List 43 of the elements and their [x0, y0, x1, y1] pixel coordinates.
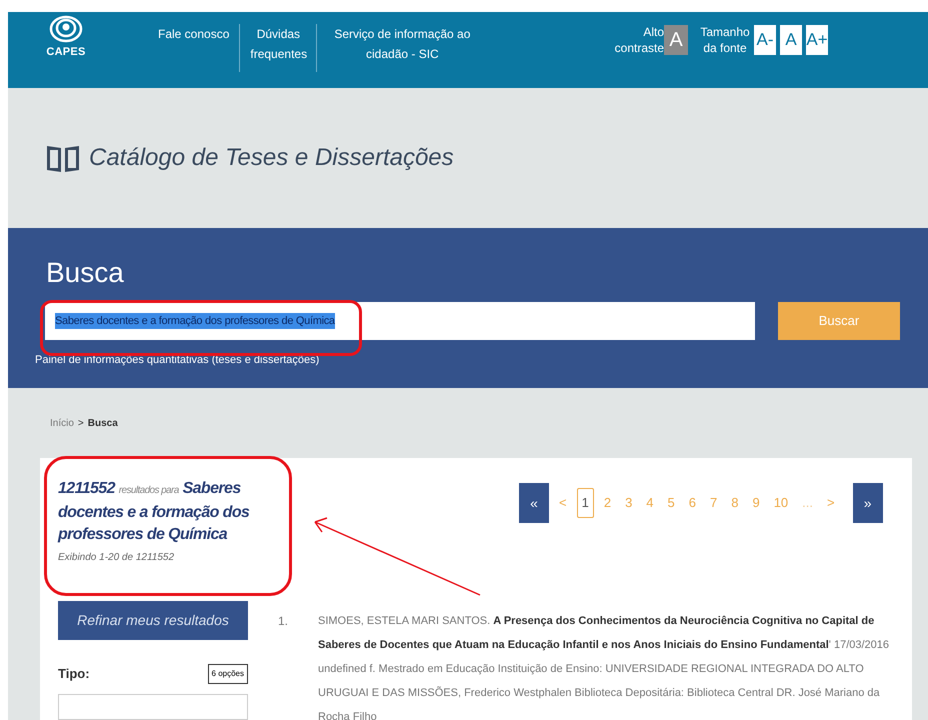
panel-link[interactable]: Painel de informações quantitativas (teses e dissertações)	[8, 352, 928, 368]
page-link[interactable]: 10	[770, 488, 792, 518]
page-link[interactable]: 5	[664, 488, 679, 518]
search-button[interactable]: Buscar	[778, 302, 900, 340]
font-size-button[interactable]: A	[780, 25, 802, 55]
font-size-button[interactable]: A+	[806, 25, 828, 55]
previous-page-link[interactable]: <	[555, 493, 571, 513]
page-ellipsis: ...	[801, 494, 814, 512]
page-link[interactable]: 6	[684, 488, 700, 518]
first-page-button[interactable]: «	[519, 483, 549, 523]
result-entry: SIMOES, ESTELA MARI SANTOS. A Presença dos Conhecimentos da Neurociência Cognitiva no Capital de Saberes de Docentes que Atuam na Educação Infantil e nos Anos Iniciais do Ensino Fundamental' 17/03/2016 undefined f. Mestrado em Educação Instituição de Ensino: UNIVERSIDADE REGIONAL INTEGRADA DO ALTO URUGUAI E DAS MISSÕES, Frederico Westphalen Biblioteca Depositária: Biblioteca Central DR. José Mariano da Rocha Filho	[318, 614, 890, 720]
catalog-title: Catálogo de Teses e Dissertações	[89, 143, 454, 173]
font-size-button[interactable]: A-	[754, 25, 776, 55]
nav-link[interactable]: Fale conosco	[158, 24, 230, 72]
breadcrumb-current: Busca	[88, 416, 118, 430]
filter-field[interactable]	[58, 694, 248, 720]
nav-link[interactable]: Serviço de informação ao cidadão - SIC	[327, 24, 478, 72]
page-link[interactable]: 3	[621, 488, 636, 518]
filter-label: Tipo:	[58, 664, 90, 683]
page-link[interactable]: 9	[748, 488, 764, 518]
next-page-link[interactable]: >	[823, 493, 839, 513]
search-title: Busca	[45, 256, 125, 290]
breadcrumb-link[interactable]: Início	[50, 416, 74, 430]
options-badge: 6 opções	[208, 664, 248, 684]
refine-button[interactable]: Refinar meus resultados	[58, 601, 248, 640]
results-heading: 1211552 resultados para Saberes docentes e a formação dos professores de Química	[58, 479, 250, 545]
contrast-button[interactable]: A	[664, 25, 688, 55]
search-field[interactable]: Saberes docentes e a formação dos professores de Química	[45, 302, 755, 340]
breadcrumb-separator: >	[78, 416, 84, 430]
font-size-label: Tamanho da fonte	[700, 24, 750, 56]
result-number: 1.	[278, 613, 290, 630]
nav-link[interactable]: Dúvidas frequentes	[250, 24, 306, 72]
last-page-button[interactable]: »	[852, 483, 883, 523]
logo-text: CAPES	[46, 45, 86, 60]
page-link[interactable]: 2	[600, 488, 616, 518]
page-link[interactable]: 4	[642, 488, 658, 518]
page-link[interactable]: 8	[727, 488, 742, 518]
showing-count: Exibindo 1-20 de 1211552	[58, 551, 174, 565]
search-text: Saberes docentes e a formação dos professores de Química	[55, 312, 335, 330]
page-link[interactable]: 7	[706, 488, 722, 518]
contrast-label: Alto contraste	[614, 24, 664, 56]
page-link[interactable]: 1	[576, 488, 594, 518]
logo-icon	[49, 14, 83, 44]
